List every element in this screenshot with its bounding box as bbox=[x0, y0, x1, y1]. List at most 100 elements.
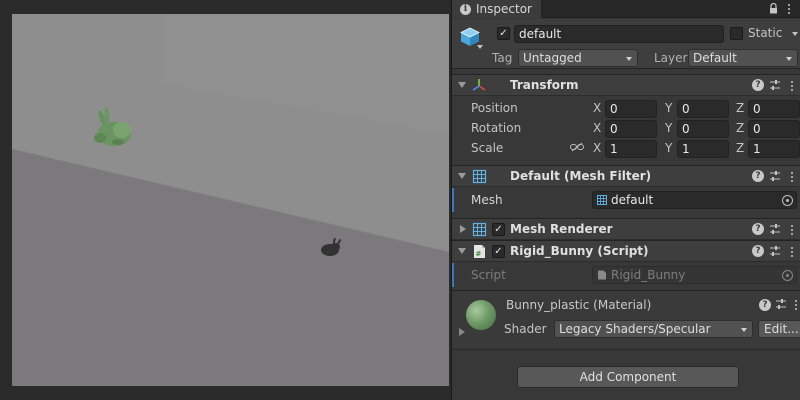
transform-title: Transform bbox=[510, 78, 579, 92]
selection-accent-bar bbox=[452, 188, 454, 212]
material-preview-sphere bbox=[466, 300, 496, 330]
tag-dropdown-value: Untagged bbox=[523, 51, 582, 65]
scene-viewport[interactable] bbox=[12, 14, 449, 386]
rotation-x-axis-label: X bbox=[593, 121, 602, 135]
mesh-object-field[interactable]: default bbox=[592, 191, 797, 209]
svg-text:#: # bbox=[476, 250, 482, 258]
chevron-down-icon bbox=[786, 57, 792, 61]
scale-z-field[interactable]: 1 bbox=[748, 140, 800, 158]
mesh-filter-header[interactable]: Default (Mesh Filter) ? bbox=[452, 165, 800, 187]
presets-sliders-icon[interactable] bbox=[769, 222, 781, 236]
shader-edit-button[interactable]: Edit... bbox=[758, 320, 800, 338]
presets-sliders-icon[interactable] bbox=[769, 169, 781, 183]
mesh-filter-title: Default (Mesh Filter) bbox=[510, 169, 652, 183]
rotation-y-axis-label: Y bbox=[665, 121, 673, 135]
lock-icon[interactable] bbox=[769, 3, 778, 14]
scale-z-axis-label: Z bbox=[736, 141, 745, 155]
presets-sliders-icon[interactable] bbox=[775, 297, 787, 311]
info-icon: i bbox=[460, 3, 471, 15]
scale-x-axis-label: X bbox=[593, 141, 602, 155]
tag-dropdown[interactable]: Untagged bbox=[518, 49, 638, 67]
transform-gizmo-icon bbox=[472, 79, 486, 91]
transform-header[interactable]: Transform ? bbox=[452, 74, 800, 96]
position-z-field[interactable]: 0 bbox=[748, 100, 800, 118]
selection-accent-bar bbox=[452, 263, 454, 287]
inspector-tab-bar: i Inspector bbox=[452, 0, 800, 18]
tab-inspector[interactable]: i Inspector bbox=[452, 0, 542, 18]
add-component-button[interactable]: Add Component bbox=[517, 366, 739, 388]
icon-picker-caret-icon[interactable] bbox=[477, 45, 483, 49]
inspector-tab-label: Inspector bbox=[476, 2, 532, 16]
foldout-expanded-icon[interactable] bbox=[458, 248, 466, 254]
presets-sliders-icon[interactable] bbox=[769, 244, 781, 258]
static-checkbox[interactable] bbox=[730, 27, 743, 40]
layer-dropdown-value: Default bbox=[693, 51, 737, 65]
script-enabled-checkbox[interactable]: ✓ bbox=[492, 245, 505, 258]
material-name: Bunny_plastic (Material) bbox=[506, 298, 652, 312]
rotation-label: Rotation bbox=[471, 121, 522, 135]
rotation-z-axis-label: Z bbox=[736, 121, 745, 135]
rotation-y-field[interactable]: 0 bbox=[677, 120, 729, 138]
mesh-label: Mesh bbox=[471, 193, 503, 207]
mesh-grid-icon bbox=[472, 169, 487, 184]
help-icon[interactable]: ? bbox=[759, 299, 771, 311]
position-label: Position bbox=[471, 101, 518, 115]
shader-dropdown[interactable]: Legacy Shaders/Specular bbox=[554, 320, 753, 338]
tag-label: Tag bbox=[492, 51, 513, 65]
object-picker-target-icon[interactable] bbox=[782, 195, 793, 206]
scale-x-field[interactable]: 1 bbox=[605, 140, 657, 158]
mesh-renderer-icon bbox=[472, 222, 487, 237]
script-object-field: Rigid_Bunny bbox=[592, 266, 797, 284]
chevron-down-icon bbox=[741, 328, 747, 332]
component-menu-icon[interactable] bbox=[786, 169, 798, 185]
component-menu-icon[interactable] bbox=[786, 78, 798, 94]
mesh-renderer-header[interactable]: ✓ Mesh Renderer ? bbox=[452, 218, 800, 240]
component-menu-icon[interactable] bbox=[786, 244, 798, 260]
rotation-z-field[interactable]: 0 bbox=[748, 120, 800, 138]
script-file-icon bbox=[598, 270, 606, 280]
layer-label: Layer bbox=[654, 51, 688, 65]
presets-sliders-icon[interactable] bbox=[769, 78, 781, 92]
position-x-axis-label: X bbox=[593, 101, 602, 115]
foldout-collapsed-icon[interactable] bbox=[459, 328, 465, 336]
material-section: Bunny_plastic (Material) ? Shader Legacy… bbox=[452, 290, 800, 348]
scale-y-field[interactable]: 1 bbox=[677, 140, 729, 158]
component-menu-icon[interactable] bbox=[786, 222, 798, 238]
foldout-collapsed-icon[interactable] bbox=[460, 225, 466, 233]
scale-label: Scale bbox=[471, 141, 504, 155]
gameobject-active-checkbox[interactable]: ✓ bbox=[497, 27, 510, 40]
static-dropdown-caret-icon[interactable] bbox=[792, 32, 798, 36]
position-z-axis-label: Z bbox=[736, 101, 745, 115]
foldout-expanded-icon[interactable] bbox=[458, 82, 466, 88]
position-y-field[interactable]: 0 bbox=[677, 100, 729, 118]
component-menu-icon[interactable] bbox=[790, 297, 800, 313]
position-y-axis-label: Y bbox=[665, 101, 673, 115]
rotation-x-field[interactable]: 0 bbox=[605, 120, 657, 138]
help-icon[interactable]: ? bbox=[752, 223, 764, 235]
shader-dropdown-value: Legacy Shaders/Specular bbox=[559, 322, 711, 336]
mesh-renderer-title: Mesh Renderer bbox=[510, 222, 613, 236]
foldout-expanded-icon[interactable] bbox=[458, 173, 466, 179]
mesh-renderer-enabled-checkbox[interactable]: ✓ bbox=[492, 223, 505, 236]
scene-view[interactable] bbox=[0, 0, 450, 400]
divider bbox=[452, 349, 800, 350]
constrain-proportions-icon[interactable] bbox=[570, 142, 584, 152]
tab-menu-icon[interactable] bbox=[783, 1, 795, 17]
help-icon[interactable]: ? bbox=[752, 79, 764, 91]
script-header[interactable]: # ✓ Rigid_Bunny (Script) ? bbox=[452, 240, 800, 262]
help-icon[interactable]: ? bbox=[752, 245, 764, 257]
layer-dropdown[interactable]: Default bbox=[688, 49, 798, 67]
static-label: Static bbox=[748, 26, 783, 40]
csharp-script-icon: # bbox=[474, 245, 485, 258]
mesh-object-value: default bbox=[611, 193, 654, 207]
position-x-field[interactable]: 0 bbox=[605, 100, 657, 118]
gameobject-name-field[interactable]: default bbox=[514, 25, 724, 43]
shader-label: Shader bbox=[504, 322, 547, 336]
help-icon[interactable]: ? bbox=[752, 170, 764, 182]
inspector-panel: i Inspector ✓ default Static Tag Untagge… bbox=[451, 0, 800, 400]
mesh-grid-icon bbox=[597, 195, 607, 205]
object-picker-target-icon bbox=[782, 270, 793, 281]
gameobject-header: ✓ default Static Tag Untagged Layer Defa… bbox=[452, 19, 800, 69]
script-title: Rigid_Bunny (Script) bbox=[510, 244, 649, 258]
script-label: Script bbox=[471, 268, 506, 282]
